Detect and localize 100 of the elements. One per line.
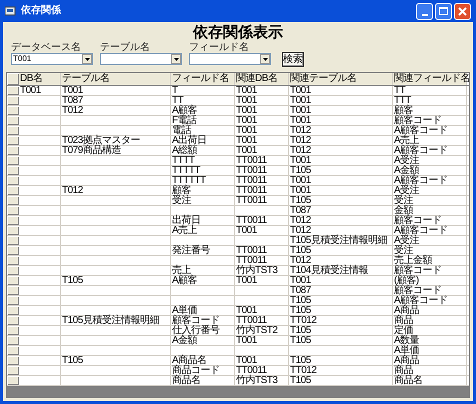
row-header[interactable] — [7, 186, 19, 195]
table-cell: T105 — [61, 356, 171, 365]
table-cell: 金額 — [393, 206, 467, 215]
row-header[interactable] — [7, 96, 19, 105]
column-header: フィールド名 — [171, 73, 235, 85]
table-cell: 商品名 — [171, 376, 235, 385]
row-header[interactable] — [7, 126, 19, 135]
window-title: 依存関係 — [21, 6, 61, 16]
field-label: データベース名 — [11, 42, 82, 53]
row-header[interactable] — [7, 326, 19, 335]
table-cell: TT012 — [289, 316, 393, 325]
table-cell: T105 — [289, 336, 393, 345]
table-cell: 竹内TST3 — [235, 376, 289, 385]
table-cell: TT — [393, 86, 467, 95]
table-cell: T012 — [61, 106, 171, 115]
row-header[interactable] — [7, 116, 19, 125]
table-cell: T087 — [289, 286, 393, 295]
table-cell: T087 — [289, 206, 393, 215]
table-cell: T001 — [289, 176, 393, 185]
column-header: 関連テーブル名 — [289, 73, 393, 85]
table-cell: T001 — [289, 86, 393, 95]
row-header[interactable] — [7, 346, 19, 355]
table-cell: T001 — [235, 106, 289, 115]
table-cell: A売上 — [171, 226, 235, 235]
table-cell: 定価 — [393, 326, 467, 335]
table-cell: A商品 — [393, 306, 467, 315]
table-cell: T023拠点マスター — [61, 136, 171, 145]
row-header[interactable] — [7, 236, 19, 245]
row-header[interactable] — [7, 286, 19, 295]
row-header[interactable] — [7, 216, 19, 225]
caret-icon — [174, 58, 178, 60]
table-cell: A単価 — [393, 346, 467, 355]
row-header[interactable] — [7, 366, 19, 375]
dropdown-field[interactable] — [189, 53, 271, 65]
table-cell: TTTT — [171, 156, 235, 165]
row-header[interactable] — [7, 256, 19, 265]
close-button[interactable] — [454, 2, 471, 20]
dropdown-field[interactable] — [100, 53, 182, 65]
table-cell: A顧客 — [171, 106, 235, 115]
table-cell: T001 — [61, 86, 171, 95]
row-header[interactable] — [7, 156, 19, 165]
table-cell: A出荷日 — [171, 136, 235, 145]
window-icon — [5, 6, 17, 16]
table-cell: A受注 — [393, 186, 467, 195]
table-cell: TT012 — [289, 366, 393, 375]
table-cell: TT0011 — [235, 156, 289, 165]
dropdown-field[interactable]: T001 — [11, 53, 93, 65]
table-cell: T001 — [289, 116, 393, 125]
row-header[interactable] — [7, 86, 19, 95]
row-header[interactable] — [7, 316, 19, 325]
column-header: テーブル名 — [61, 73, 171, 85]
row-header[interactable] — [7, 266, 19, 275]
table-cell: 電話 — [171, 126, 235, 135]
table-cell: T001 — [235, 96, 289, 105]
row-header[interactable] — [7, 306, 19, 315]
caret-icon — [84, 58, 90, 60]
row-header[interactable] — [7, 196, 19, 205]
row-header[interactable] — [7, 336, 19, 345]
table-cell: A顧客コード — [393, 126, 467, 135]
table-cell: T001 — [289, 156, 393, 165]
table-cell: 商品 — [393, 316, 467, 325]
table-cell: T079商品構造 — [61, 146, 171, 155]
table-cell: T001 — [289, 186, 393, 195]
minimize-button[interactable] — [416, 2, 433, 20]
row-header[interactable] — [7, 276, 19, 285]
table-cell: TT0011 — [235, 256, 289, 265]
table-cell: A売上 — [393, 136, 467, 145]
table-cell: TT0011 — [235, 196, 289, 205]
table-cell: T012 — [61, 186, 171, 195]
table-cell: 受注 — [393, 196, 467, 205]
row-header[interactable] — [7, 206, 19, 215]
row-header[interactable] — [7, 166, 19, 175]
row-header[interactable] — [7, 246, 19, 255]
table-cell: 発注番号 — [171, 246, 235, 255]
table-cell: T001 — [235, 116, 289, 125]
table-cell: TT0011 — [235, 246, 289, 255]
table-cell: A数量 — [393, 336, 467, 345]
table-cell: TT0011 — [235, 316, 289, 325]
row-header[interactable] — [7, 376, 19, 385]
field-label: テーブル名 — [100, 42, 151, 53]
table-cell: 受注 — [171, 196, 235, 205]
row-header[interactable] — [7, 146, 19, 155]
table-cell: T105 — [289, 376, 393, 385]
search-button[interactable]: 検索 — [282, 52, 304, 67]
table-cell: T012 — [289, 226, 393, 235]
row-header[interactable] — [7, 106, 19, 115]
table-cell: A商品 — [393, 356, 467, 365]
corner-cell — [7, 73, 19, 85]
table-cell: 竹内TST3 — [235, 266, 289, 275]
row-header[interactable] — [7, 296, 19, 305]
row-header[interactable] — [7, 356, 19, 365]
row-header[interactable] — [7, 226, 19, 235]
maximize-icon — [439, 7, 448, 15]
table-cell: T001 — [289, 106, 393, 115]
table-cell: 顧客コード — [393, 216, 467, 225]
row-header[interactable] — [7, 176, 19, 185]
maximize-button[interactable] — [435, 2, 452, 20]
table-cell: 顧客 — [393, 106, 467, 115]
table-cell: 顧客コード — [171, 316, 235, 325]
row-header[interactable] — [7, 136, 19, 145]
